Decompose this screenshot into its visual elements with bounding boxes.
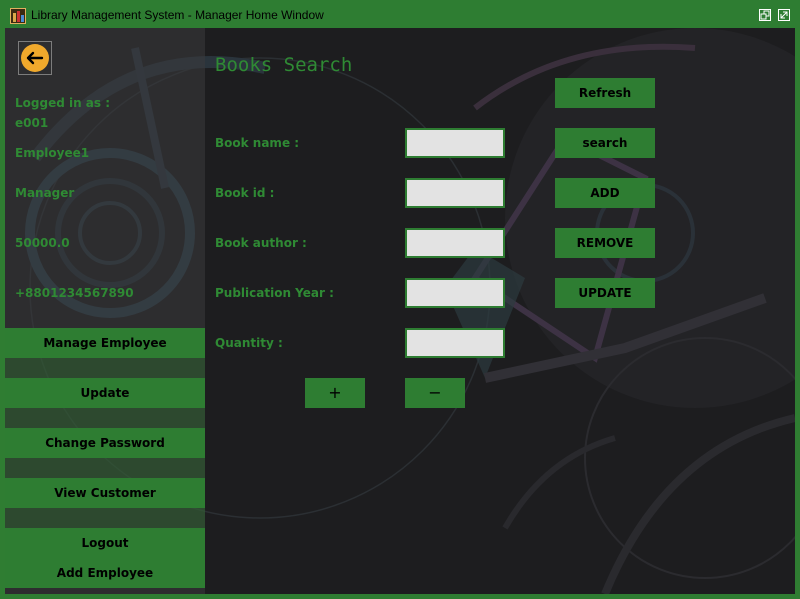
restore-button[interactable] (759, 9, 771, 21)
book-name-input[interactable] (405, 128, 505, 158)
logged-in-label: Logged in as : (15, 96, 111, 110)
book-id-input[interactable] (405, 178, 505, 208)
quantity-input[interactable] (405, 328, 505, 358)
update-profile-button[interactable]: Update (5, 378, 205, 408)
books-icon (10, 8, 26, 24)
maximize-button[interactable] (778, 9, 790, 21)
sidebar-divider (5, 508, 205, 528)
user-role: Manager (15, 186, 75, 200)
arrow-left-icon (21, 44, 49, 72)
add-book-button[interactable]: ADD (555, 178, 655, 208)
title-bar[interactable]: Library Management System - Manager Home… (0, 0, 800, 28)
remove-book-button[interactable]: REMOVE (555, 228, 655, 258)
logout-button[interactable]: Logout (5, 528, 205, 558)
increase-quantity-button[interactable]: + (305, 378, 365, 408)
maximize-icon (780, 11, 788, 19)
update-book-button[interactable]: UPDATE (555, 278, 655, 308)
quantity-label: Quantity : (215, 336, 283, 350)
user-name: Employee1 (15, 146, 90, 160)
book-name-label: Book name : (215, 136, 300, 150)
publication-year-label: Publication Year : (215, 286, 334, 300)
change-password-button[interactable]: Change Password (5, 428, 205, 458)
publication-year-input[interactable] (405, 278, 505, 308)
user-phone: +8801234567890 (15, 286, 134, 300)
decrease-quantity-button[interactable]: − (405, 378, 465, 408)
refresh-button[interactable]: Refresh (555, 78, 655, 108)
book-author-label: Book author : (215, 236, 307, 250)
user-salary: 50000.0 (15, 236, 70, 250)
main-window: Logged in as : e001 Employee1 Manager 50… (5, 28, 795, 594)
sidebar-divider (5, 458, 205, 478)
view-customer-button[interactable]: View Customer (5, 478, 205, 508)
book-id-label: Book id : (215, 186, 275, 200)
book-author-input[interactable] (405, 228, 505, 258)
window-title: Library Management System - Manager Home… (31, 8, 324, 22)
sidebar-divider (5, 358, 205, 378)
sidebar-divider (5, 408, 205, 428)
restore-icon (760, 10, 770, 20)
search-button[interactable]: search (555, 128, 655, 158)
back-button[interactable] (18, 41, 52, 75)
user-id: e001 (15, 116, 49, 130)
add-employee-button[interactable]: Add Employee (5, 558, 205, 588)
page-title: Books Search (215, 54, 353, 76)
manage-employee-button[interactable]: Manage Employee (5, 328, 205, 358)
